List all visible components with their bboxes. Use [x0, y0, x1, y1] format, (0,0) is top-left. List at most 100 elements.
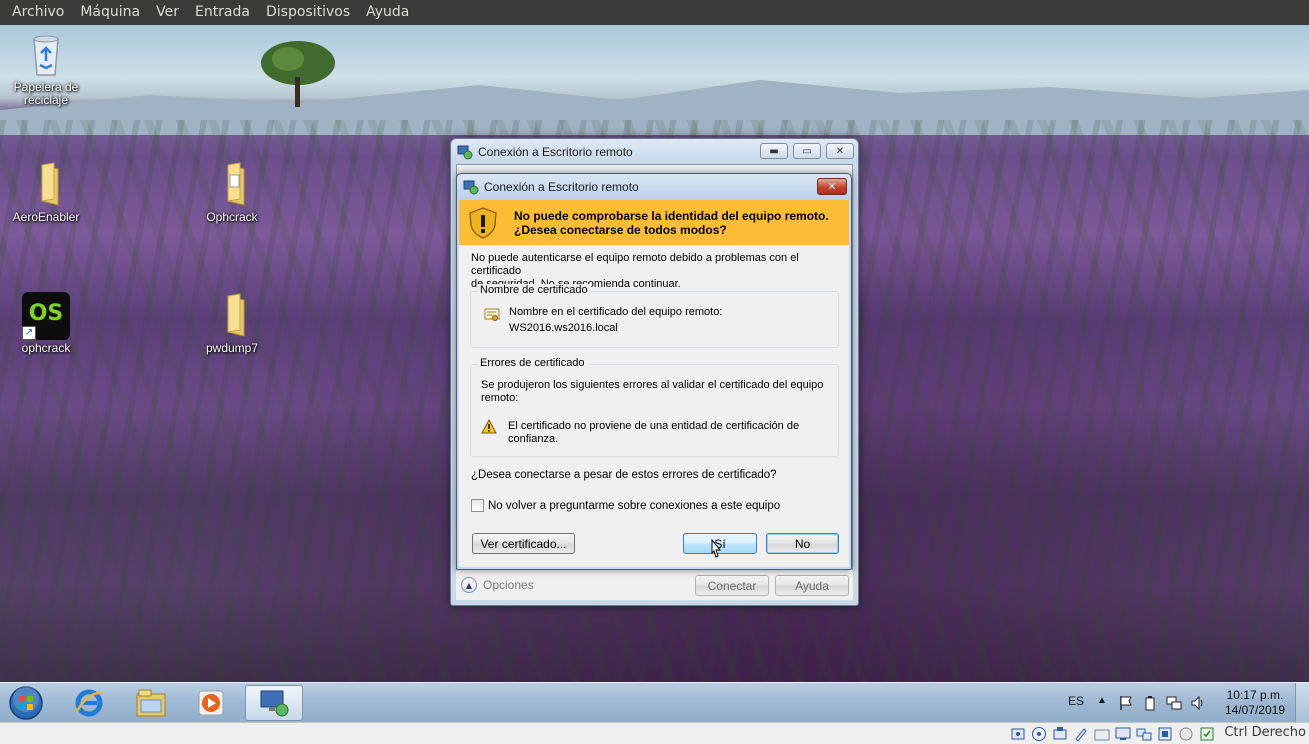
desktop-icon-label: pwdump7 [205, 341, 259, 355]
audio-icon[interactable] [1052, 726, 1068, 742]
close-icon: ✕ [835, 145, 845, 157]
folder-icon [208, 161, 256, 209]
warning-banner: No puede comprobarse la identidad del eq… [459, 200, 849, 245]
menu-archivo[interactable]: Archivo [4, 0, 72, 25]
maximize-icon: ▭ [802, 145, 812, 157]
no-button-label: No [794, 536, 811, 551]
remote-desktop-icon [463, 180, 479, 195]
folder-icon [208, 292, 256, 340]
windows-start-icon [9, 686, 43, 720]
dialog-titlebar[interactable]: Conexión a Escritorio remoto [457, 174, 851, 200]
remote-desktop-icon [260, 690, 289, 717]
host-key-indicator[interactable]: Ctrl Derecho [1224, 725, 1306, 740]
desktop-icon-label: ophcrack [21, 341, 71, 355]
dialog-content: No puede comprobarse la identidad del eq… [459, 200, 849, 567]
errors-intro: Se produjeron los siguientes errores al … [481, 379, 831, 405]
warning-line-2: ¿Desea conectarse de todos modos? [514, 222, 727, 237]
errors-intro-line-1: Se produjeron los siguientes errores al … [481, 379, 824, 391]
warning-triangle-icon [481, 419, 497, 434]
warning-heading: No puede comprobarse la identidad del eq… [514, 209, 829, 237]
cert-name-label: Nombre en el certificado del equipo remo… [509, 306, 723, 318]
dont-ask-label[interactable]: No volver a preguntarme sobre conexiones… [488, 500, 780, 513]
desktop-icon-label: AeroEnabler [12, 210, 80, 224]
taskbar-internet-explorer[interactable] [60, 685, 118, 721]
menu-ver[interactable]: Ver [148, 0, 187, 25]
optical-drive-icon[interactable] [1031, 726, 1047, 742]
remote-desktop-icon [457, 145, 473, 159]
show-hidden-icons-button[interactable]: ▲ [1097, 695, 1107, 706]
file-explorer-icon [136, 689, 166, 717]
view-certificate-button[interactable]: Ver certificado... [472, 533, 575, 554]
hard-disk-icon[interactable] [1010, 726, 1026, 742]
taskbar-file-explorer[interactable] [122, 685, 180, 721]
connect-button[interactable]: Conectar [695, 575, 769, 596]
recycle-bin-icon [22, 31, 70, 79]
desktop-icon-aeroenabler[interactable]: AeroEnabler [4, 161, 88, 224]
mouse-cursor-icon [711, 539, 722, 558]
battery-icon[interactable] [1144, 695, 1156, 711]
language-indicator[interactable]: ES [1068, 694, 1084, 708]
dialog-title: Conexión a Escritorio remoto [484, 180, 639, 194]
vbox-statusbar: Ctrl Derecho [0, 722, 1309, 744]
desktop-icon-ophcrack-shortcut[interactable]: OS ↗ ophcrack [4, 292, 88, 355]
minimize-button[interactable]: ▬ [760, 143, 788, 159]
question-text: ¿Desea conectarse a pesar de estos error… [471, 469, 777, 481]
volume-icon[interactable] [1190, 695, 1206, 711]
menu-entrada[interactable]: Entrada [187, 0, 258, 25]
desktop-icon-ophcrack-folder[interactable]: Ophcrack [190, 161, 274, 224]
show-desktop-button[interactable] [1295, 683, 1309, 723]
intro-line-1: No puede autenticarse el equipo remoto d… [471, 252, 799, 277]
options-label[interactable]: Opciones [483, 578, 534, 592]
errors-intro-line-2: remoto: [481, 392, 519, 404]
group-legend: Errores de certificado [477, 357, 588, 369]
close-button[interactable]: ✕ [826, 143, 854, 159]
ophcrack-icon: OS ↗ [22, 292, 70, 340]
menu-maquina[interactable]: Máquina [72, 0, 148, 25]
error-text: El certificado no proviene de una entida… [508, 420, 828, 446]
certificate-name-group: Nombre de certificado Nombre en el certi… [470, 284, 839, 348]
desktop-icon-recycle-bin[interactable]: Papelera de reciclaje [4, 31, 88, 107]
shared-folder-icon[interactable] [1094, 726, 1110, 742]
folder-icon [22, 161, 70, 209]
warning-shield-icon [469, 206, 497, 239]
menu-dispositivos[interactable]: Dispositivos [258, 0, 358, 25]
certificate-errors-group: Errores de certificado Se produjeron los… [470, 357, 839, 457]
display-icon[interactable] [1115, 726, 1131, 742]
window-title: Conexión a Escritorio remoto [478, 144, 633, 159]
chevron-up-icon: ▲ [465, 580, 473, 590]
desktop-icon-pwdump7[interactable]: pwdump7 [190, 292, 274, 355]
error-line-1: El certificado no proviene de una entida… [508, 420, 800, 432]
taskbar: ES ▲ 10:17 p.m. 14/07/2019 [0, 682, 1309, 723]
action-center-flag-icon[interactable] [1118, 695, 1134, 711]
desktop-icon-label: Ophcrack [206, 210, 258, 224]
help-button[interactable]: Ayuda [775, 575, 849, 596]
start-button[interactable] [6, 684, 46, 722]
taskbar-remote-desktop[interactable] [245, 685, 303, 721]
desktop-icon-label: Papelera de reciclaje [13, 80, 79, 107]
group-legend: Nombre de certificado [477, 284, 591, 296]
recording-icon[interactable] [1178, 726, 1194, 742]
clock[interactable]: 10:17 p.m. 14/07/2019 [1225, 688, 1285, 718]
dont-ask-checkbox[interactable] [471, 499, 484, 512]
close-icon: ✕ [827, 180, 837, 193]
clock-date: 14/07/2019 [1224, 703, 1285, 717]
taskbar-media-player[interactable] [182, 685, 240, 721]
no-button[interactable]: No [766, 533, 839, 554]
shortcut-arrow-icon: ↗ [22, 326, 36, 340]
options-expand-button[interactable]: ▲ [461, 577, 477, 593]
certificate-warning-dialog: Conexión a Escritorio remoto ✕ No puede … [456, 173, 852, 570]
video-capture-icon[interactable] [1157, 726, 1173, 742]
maximize-button[interactable]: ▭ [793, 143, 821, 159]
network-icon[interactable] [1166, 695, 1182, 711]
usb-pen-icon[interactable] [1073, 726, 1089, 742]
error-line-2: confianza. [508, 433, 559, 445]
menu-ayuda[interactable]: Ayuda [358, 0, 417, 25]
ophcrack-logo-text: OS [28, 301, 64, 326]
cpu-icon[interactable] [1199, 726, 1215, 742]
clock-time: 10:17 p.m. [1226, 688, 1284, 702]
minimize-icon: ▬ [769, 145, 779, 157]
cert-name-value: WS2016.ws2016.local [509, 322, 618, 334]
dialog-close-button[interactable]: ✕ [817, 178, 847, 195]
warning-line-1: No puede comprobarse la identidad del eq… [514, 208, 829, 223]
network-adapter-icon[interactable] [1136, 726, 1152, 742]
